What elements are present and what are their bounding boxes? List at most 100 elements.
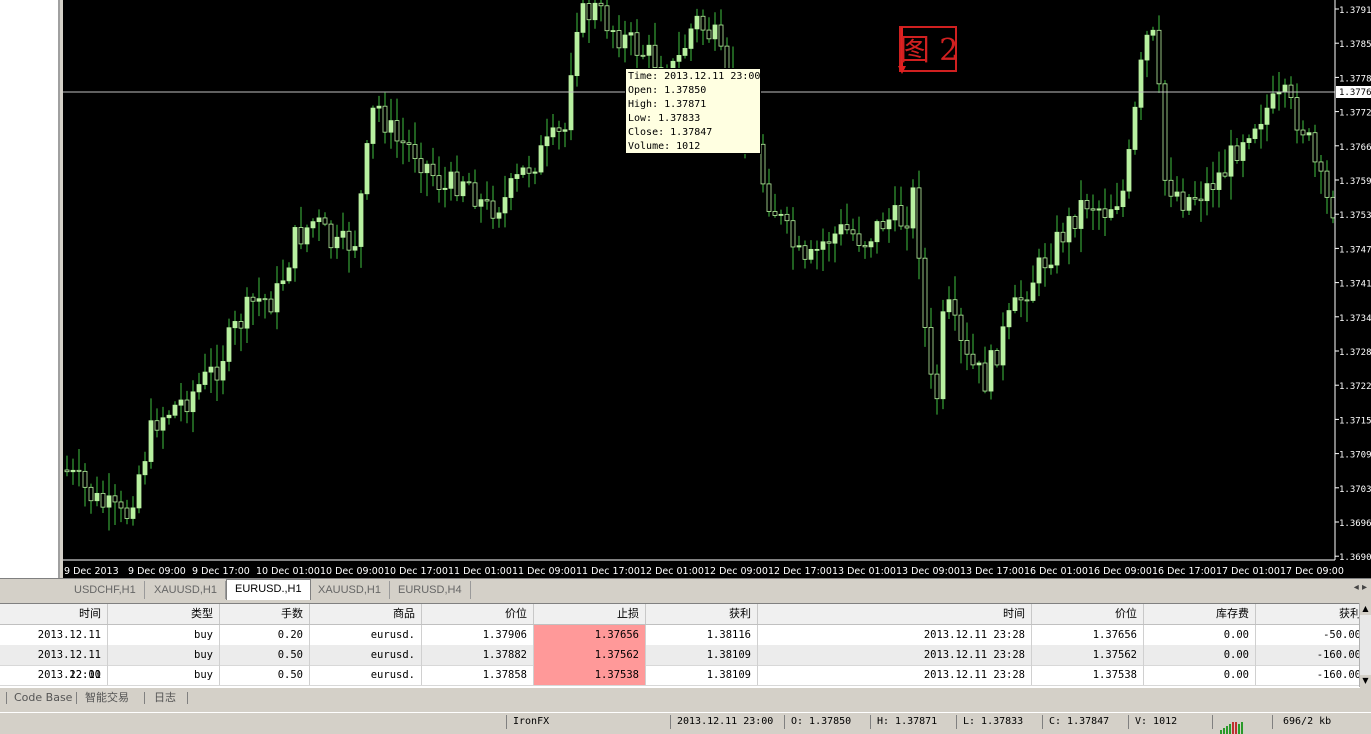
time-label: 12 Dec 09:00	[704, 566, 768, 577]
price-label: 1.37470	[1339, 245, 1371, 255]
scroll-down-icon[interactable]: ▼	[1360, 675, 1371, 687]
time-label: 10 Dec 01:00	[256, 566, 320, 577]
tab-xauusd-h1-2[interactable]: XAUUSD,H1	[310, 581, 390, 599]
status-volume: V: 1012	[1128, 715, 1212, 729]
table-header: 时间 类型 手数 商品 价位 止损 获利 时间 价位 库存费 获利	[0, 604, 1368, 625]
candle-body	[1330, 196, 1336, 219]
table-cell: -160.00	[1256, 645, 1368, 665]
table-cell: buy	[108, 665, 220, 685]
tab-journal[interactable]: 日志	[154, 690, 176, 706]
time-label: 12 Dec 17:00	[768, 566, 832, 577]
column-header[interactable]: 类型	[108, 604, 220, 624]
table-cell: 0.00	[1144, 665, 1256, 685]
time-label: 17 Dec 09:00	[1280, 566, 1344, 577]
candle-body	[1000, 326, 1006, 366]
candle-body	[916, 187, 922, 259]
table-cell: eurusd.	[310, 625, 422, 645]
column-header[interactable]: 止损	[534, 604, 646, 624]
candle-body	[616, 30, 622, 49]
scroll-up-icon[interactable]: ▲	[1360, 603, 1371, 615]
candle-body	[1282, 84, 1288, 93]
table-cell: -50.00	[1256, 625, 1368, 645]
candle-body	[202, 371, 208, 385]
candle-body	[988, 350, 994, 392]
tab-usdchf-h1[interactable]: USDCHF,H1	[66, 581, 145, 599]
candle-body	[478, 199, 484, 207]
column-header[interactable]: 时间	[758, 604, 1032, 624]
column-header[interactable]: 时间	[0, 604, 108, 624]
tab-expert-advisors[interactable]: 智能交易	[85, 690, 129, 706]
candle-body	[706, 29, 712, 40]
column-header[interactable]: 商品	[310, 604, 422, 624]
time-label: 9 Dec 2013	[64, 566, 119, 577]
candle-body	[70, 469, 76, 473]
candle-body	[466, 181, 472, 184]
tooltip-high: High: 1.37871	[628, 99, 707, 110]
candle-body	[1174, 191, 1180, 197]
candle-body	[448, 171, 454, 189]
tab-separator	[76, 692, 77, 704]
candle-body	[682, 48, 688, 56]
table-cell: 1.37858	[422, 665, 534, 685]
tooltip-volume: Volume: 1012	[628, 141, 701, 152]
candle-body	[1234, 145, 1240, 161]
column-header[interactable]: 获利	[1256, 604, 1368, 624]
price-axis: 1.37915 1.37850 1.37785 1.37725 1.37660 1.375…	[1335, 6, 1371, 563]
tab-scroll-arrows[interactable]: ◂ ▸	[1354, 582, 1367, 593]
tab-eurusd-h1-active[interactable]: EURUSD.,H1	[226, 579, 311, 600]
terminal-tabs: Code Base 智能交易 日志	[0, 688, 1371, 708]
price-label: 1.37345	[1339, 314, 1371, 324]
candle-body	[154, 420, 160, 431]
status-low: L: 1.37833	[956, 715, 1042, 729]
price-label: 1.37410	[1339, 280, 1371, 290]
candle-body	[1126, 149, 1132, 192]
table-row[interactable]: 2013.12.11 21:48buy0.20eurusd.1.379061.3…	[0, 625, 1368, 661]
tooltip-open: Open: 1.37850	[628, 85, 707, 96]
candle-body	[502, 197, 508, 214]
candle-body	[1084, 200, 1090, 210]
column-header[interactable]: 获利	[646, 604, 758, 624]
candle-body	[1120, 190, 1126, 208]
price-label: 1.37660	[1339, 143, 1371, 153]
candle-body	[1090, 208, 1096, 211]
tab-eurusd-h4[interactable]: EURUSD,H4	[390, 581, 471, 599]
time-label: 11 Dec 17:00	[576, 566, 640, 577]
candle-body	[952, 299, 958, 316]
table-row[interactable]: 2013.12.11 22:00 buy 0.50 eurusd. 1.37882 1.3…	[0, 645, 1368, 681]
tab-code-base[interactable]: Code Base	[14, 690, 72, 706]
time-label: 10 Dec 17:00	[384, 566, 448, 577]
candle-body	[676, 55, 682, 62]
candle-body	[304, 227, 310, 245]
candle-body	[940, 311, 946, 400]
candle-body	[820, 241, 826, 250]
column-header[interactable]: 价位	[1032, 604, 1144, 624]
price-label: 1.37850	[1339, 40, 1371, 50]
candle-body	[376, 105, 382, 109]
candle-body	[856, 233, 862, 246]
table-cell: 0.20	[220, 625, 310, 645]
candle-body	[334, 236, 340, 249]
candle-body	[550, 127, 556, 138]
table-cell: 1.37562	[1032, 645, 1144, 665]
column-header[interactable]: 价位	[422, 604, 534, 624]
candle-body	[898, 205, 904, 227]
table-row[interactable]: 2013.12.11 22:19buy0.50eurusd.1.378581.3…	[0, 665, 1368, 701]
tab-xauusd-h1[interactable]: XAUUSD,H1	[146, 581, 226, 599]
table-scrollbar[interactable]: ▲ ▼	[1359, 603, 1371, 687]
candle-body	[1006, 310, 1012, 328]
candle-body	[106, 495, 112, 508]
candle-body	[1216, 172, 1222, 190]
candle-body	[394, 120, 400, 142]
candle-body	[802, 245, 808, 260]
candle-body	[760, 143, 766, 185]
candle-body	[634, 32, 640, 56]
candle-body	[1264, 107, 1270, 125]
candle-body	[514, 174, 520, 179]
candle-body	[508, 178, 514, 198]
candle-body	[964, 340, 970, 355]
candle-body	[610, 30, 616, 32]
column-header[interactable]: 库存费	[1144, 604, 1256, 624]
candle-body	[886, 219, 892, 230]
time-label: 12 Dec 01:00	[640, 566, 704, 577]
column-header[interactable]: 手数	[220, 604, 310, 624]
